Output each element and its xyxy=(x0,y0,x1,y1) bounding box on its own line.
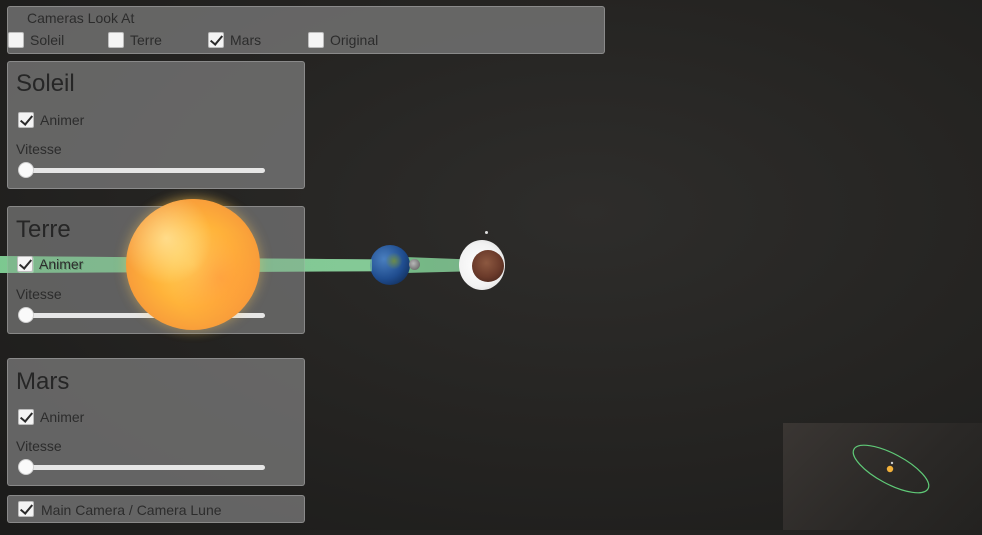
camera-soleil-label[interactable]: Soleil xyxy=(30,32,64,48)
mars-speed-slider-thumb[interactable] xyxy=(18,459,34,475)
terre-animate-checkbox-overlay[interactable] xyxy=(17,256,33,272)
earth-planet[interactable] xyxy=(370,245,410,285)
sun-planet-front[interactable] xyxy=(126,199,260,330)
camera-terre-label[interactable]: Terre xyxy=(130,32,162,48)
mars-panel: Mars Animer Vitesse xyxy=(7,358,305,486)
main-camera-panel: Main Camera / Camera Lune xyxy=(7,495,305,523)
camera-original-checkbox[interactable] xyxy=(308,32,324,48)
cameras-look-at-title: Cameras Look At xyxy=(27,10,135,26)
soleil-speed-slider-thumb[interactable] xyxy=(18,162,34,178)
soleil-panel: Soleil Animer Vitesse xyxy=(7,61,305,189)
mars-animate-checkbox[interactable] xyxy=(18,409,34,425)
moon[interactable] xyxy=(409,259,420,270)
mars-planet[interactable] xyxy=(472,250,504,282)
mars-satellite xyxy=(485,231,488,234)
mars-panel-title: Mars xyxy=(16,368,70,395)
minimap-camera-view xyxy=(783,423,982,530)
camera-mars-checkbox[interactable] xyxy=(208,32,224,48)
minimap-orbit xyxy=(852,444,930,494)
cameras-look-at-panel: Cameras Look At Soleil Terre Mars Origin… xyxy=(7,6,605,54)
main-camera-checkbox[interactable] xyxy=(18,501,34,517)
soleil-panel-title: Soleil xyxy=(16,70,75,97)
minimap-sun xyxy=(886,465,894,473)
camera-terre-checkbox[interactable] xyxy=(108,32,124,48)
mars-speed-slider-track[interactable] xyxy=(20,465,265,470)
soleil-speed-slider-track[interactable] xyxy=(20,168,265,173)
camera-mars-label[interactable]: Mars xyxy=(230,32,261,48)
soleil-speed-label: Vitesse xyxy=(16,141,62,157)
camera-original-label[interactable]: Original xyxy=(330,32,378,48)
main-camera-label[interactable]: Main Camera / Camera Lune xyxy=(41,502,222,518)
mars-animate-label[interactable]: Animer xyxy=(40,409,84,425)
terre-animate-label-overlay[interactable]: Animer xyxy=(39,256,83,272)
terre-speed-label: Vitesse xyxy=(16,286,62,302)
terre-panel-title: Terre xyxy=(16,216,71,243)
soleil-animate-label[interactable]: Animer xyxy=(40,112,84,128)
soleil-animate-checkbox[interactable] xyxy=(18,112,34,128)
camera-soleil-checkbox[interactable] xyxy=(8,32,24,48)
mars-speed-label: Vitesse xyxy=(16,438,62,454)
terre-speed-slider-thumb[interactable] xyxy=(18,307,34,323)
